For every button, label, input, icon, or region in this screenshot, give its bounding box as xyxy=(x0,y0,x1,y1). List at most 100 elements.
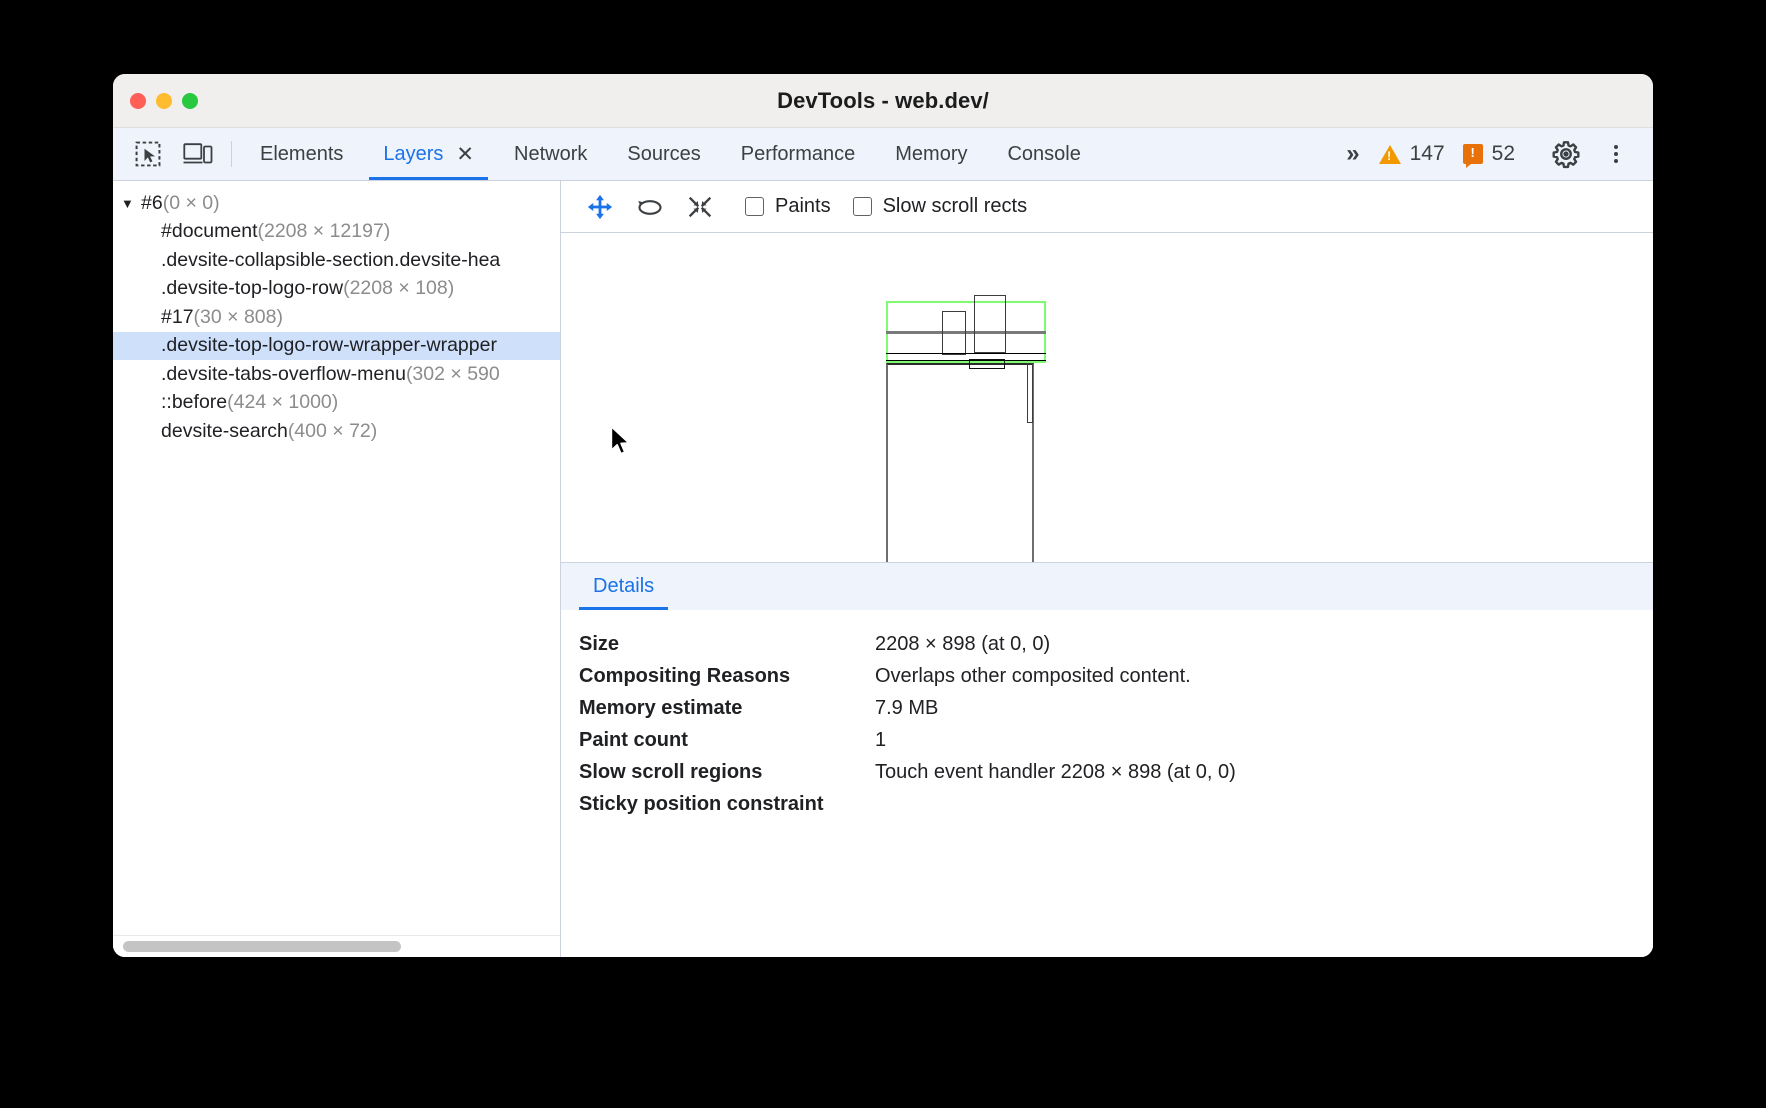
tab-layers[interactable]: Layers ✕ xyxy=(363,128,494,180)
tab-label: Layers xyxy=(383,143,443,166)
close-icon[interactable]: ✕ xyxy=(456,144,474,165)
paints-checkbox[interactable]: Paints xyxy=(745,195,831,218)
warning-count-label: 147 xyxy=(1410,142,1445,166)
tab-memory[interactable]: Memory xyxy=(875,128,987,180)
slow-scroll-rects-checkbox-label: Slow scroll rects xyxy=(883,195,1027,218)
tab-performance[interactable]: Performance xyxy=(721,128,876,180)
more-options-icon[interactable] xyxy=(1591,142,1641,165)
layer-dimensions: (0 × 0) xyxy=(163,192,220,215)
warning-count-badge[interactable]: 147 xyxy=(1370,142,1454,166)
tab-elements[interactable]: Elements xyxy=(240,128,363,180)
layer-tree-row[interactable]: ::before (424 × 1000) xyxy=(113,389,560,418)
layer-dimensions: (400 × 72) xyxy=(288,420,377,443)
layers-3d-viewport[interactable] xyxy=(561,233,1653,562)
tabbar-right-controls: » 147 52 xyxy=(1332,128,1653,180)
layer-name: ::before xyxy=(161,391,227,414)
detail-label: Memory estimate xyxy=(579,697,875,720)
gear-icon[interactable] xyxy=(1541,139,1591,169)
detail-row: Memory estimate 7.9 MB xyxy=(579,692,1653,724)
layer-quad-strip-upper[interactable] xyxy=(886,353,1046,361)
close-window-button[interactable] xyxy=(130,93,146,109)
layer-tree-row[interactable]: .devsite-tabs-overflow-menu (302 × 590 xyxy=(113,360,560,389)
detail-row: Compositing Reasons Overlaps other compo… xyxy=(579,660,1653,692)
tab-label: Sources xyxy=(627,143,700,166)
pan-mode-button[interactable] xyxy=(577,187,623,227)
more-tabs-icon[interactable]: » xyxy=(1332,140,1369,168)
layer-quad-dark-small[interactable] xyxy=(969,359,1005,369)
layer-tree-row[interactable]: #document (2208 × 12197) xyxy=(113,218,560,247)
layers-toolbar: Paints Slow scroll rects xyxy=(561,181,1653,233)
reset-transform-button[interactable] xyxy=(677,187,723,227)
error-count-label: 52 xyxy=(1492,142,1515,166)
layer-dimensions: (2208 × 12197) xyxy=(257,220,390,243)
tab-label: Performance xyxy=(741,143,856,166)
window-traffic-lights xyxy=(130,93,198,109)
layer-quad-small-right[interactable] xyxy=(974,295,1006,353)
layer-name: devsite-search xyxy=(161,420,288,443)
tab-list: Elements Layers ✕ Network Sources Perfor… xyxy=(240,128,1101,180)
horizontal-scrollbar[interactable] xyxy=(123,941,401,952)
checkbox-box[interactable] xyxy=(745,197,764,216)
tab-label: Network xyxy=(514,143,587,166)
detail-row: Slow scroll regions Touch event handler … xyxy=(579,756,1653,788)
layers-viewer-panel: Paints Slow scroll rects xyxy=(561,181,1653,957)
layer-name: .devsite-tabs-overflow-menu xyxy=(161,363,406,386)
layer-dimensions: (2208 × 108) xyxy=(343,277,454,300)
device-toolbar-icon[interactable] xyxy=(173,128,223,180)
rotate-mode-button[interactable] xyxy=(627,187,673,227)
layer-tree-row[interactable]: .devsite-collapsible-section.devsite-hea xyxy=(113,246,560,275)
layer-quad-top-row[interactable] xyxy=(886,331,1046,334)
layer-name: #document xyxy=(161,220,257,243)
detail-row: Size 2208 × 898 (at 0, 0) xyxy=(579,628,1653,660)
tab-details[interactable]: Details xyxy=(579,563,668,610)
maximize-window-button[interactable] xyxy=(182,93,198,109)
layer-quad-right-sliver[interactable] xyxy=(1027,363,1033,423)
layer-tree-row[interactable]: devsite-search (400 × 72) xyxy=(113,417,560,446)
detail-row: Sticky position constraint xyxy=(579,788,1653,820)
detail-value: 7.9 MB xyxy=(875,697,938,720)
layer-tree-row-selected[interactable]: .devsite-top-logo-row-wrapper-wrapper xyxy=(113,332,560,361)
tab-label: Elements xyxy=(260,143,343,166)
detail-value: Overlaps other composited content. xyxy=(875,665,1191,688)
horizontal-scrollbar-track[interactable] xyxy=(113,935,560,957)
window-title: DevTools - web.dev/ xyxy=(777,88,989,114)
tab-console[interactable]: Console xyxy=(987,128,1100,180)
layer-name: .devsite-top-logo-row-wrapper-wrapper xyxy=(161,334,497,357)
warning-triangle-icon xyxy=(1379,145,1401,164)
devtools-tabbar: Elements Layers ✕ Network Sources Perfor… xyxy=(113,128,1653,181)
detail-label: Paint count xyxy=(579,729,875,752)
screen-background: DevTools - web.dev/ xyxy=(0,0,1766,1108)
layer-tree-row[interactable]: .devsite-top-logo-row (2208 × 108) xyxy=(113,275,560,304)
inspect-element-icon[interactable] xyxy=(123,128,173,180)
layer-name: #6 xyxy=(141,192,163,215)
detail-value: 2208 × 898 (at 0, 0) xyxy=(875,633,1050,656)
checkbox-box[interactable] xyxy=(853,197,872,216)
expand-collapse-icon[interactable]: ▼ xyxy=(121,197,141,210)
layer-tree-list: ▼ #6 (0 × 0) #document (2208 × 12197) .d… xyxy=(113,181,560,957)
layer-name: .devsite-top-logo-row xyxy=(161,277,343,300)
tab-label: Memory xyxy=(895,143,967,166)
error-icon xyxy=(1463,144,1483,164)
details-tabbar: Details xyxy=(561,562,1653,610)
tabbar-divider xyxy=(231,141,232,167)
tab-network[interactable]: Network xyxy=(494,128,607,180)
devtools-window: DevTools - web.dev/ xyxy=(113,74,1653,957)
detail-label: Sticky position constraint xyxy=(579,793,875,816)
detail-value: Touch event handler 2208 × 898 (at 0, 0) xyxy=(875,761,1236,784)
detail-label: Slow scroll regions xyxy=(579,761,875,784)
tab-sources[interactable]: Sources xyxy=(607,128,720,180)
paints-checkbox-label: Paints xyxy=(775,195,831,218)
layer-dimensions: (302 × 590 xyxy=(406,363,500,386)
layer-tree-row[interactable]: #17 (30 × 808) xyxy=(113,303,560,332)
layer-tree-panel: ▼ #6 (0 × 0) #document (2208 × 12197) .d… xyxy=(113,181,561,957)
devtools-main: ▼ #6 (0 × 0) #document (2208 × 12197) .d… xyxy=(113,181,1653,957)
layer-dimensions: (30 × 808) xyxy=(194,306,283,329)
layer-tree-row[interactable]: ▼ #6 (0 × 0) xyxy=(113,189,560,218)
layer-quad-selected-body[interactable] xyxy=(886,363,1034,562)
detail-value: 1 xyxy=(875,729,886,752)
layer-quad-small-left[interactable] xyxy=(942,311,966,355)
minimize-window-button[interactable] xyxy=(156,93,172,109)
window-titlebar: DevTools - web.dev/ xyxy=(113,74,1653,128)
error-count-badge[interactable]: 52 xyxy=(1454,142,1524,166)
slow-scroll-rects-checkbox[interactable]: Slow scroll rects xyxy=(853,195,1027,218)
